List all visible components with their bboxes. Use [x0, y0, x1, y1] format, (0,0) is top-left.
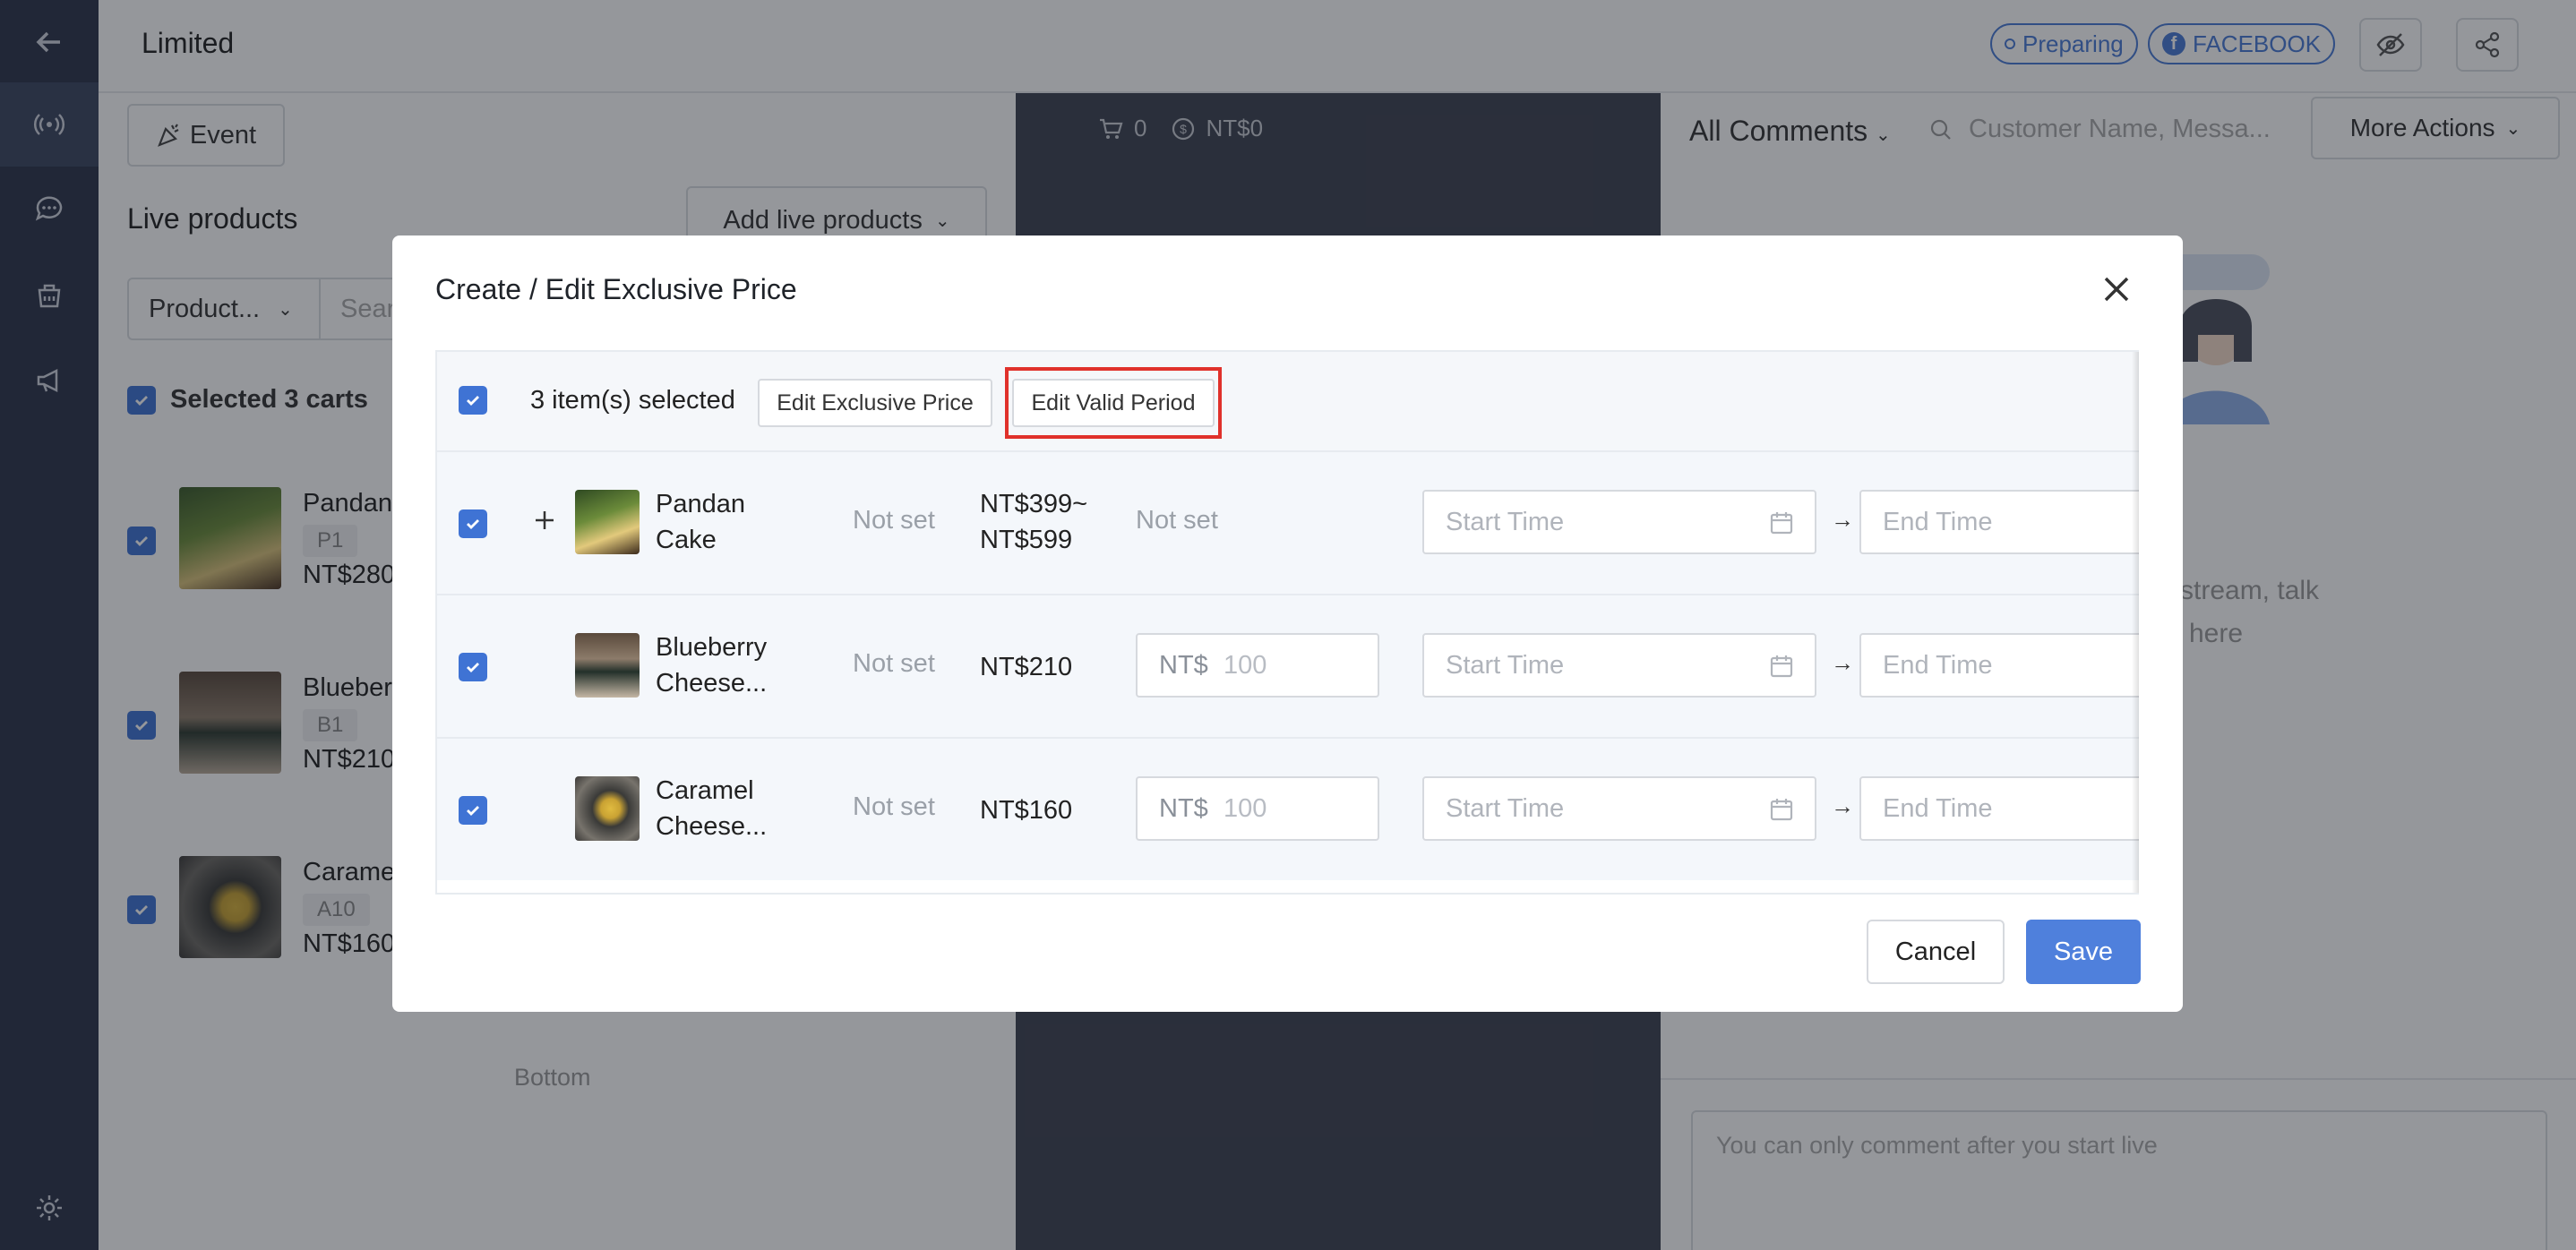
row-checkbox[interactable] [459, 653, 487, 681]
calendar-icon [1770, 655, 1793, 678]
product-name: Caramel Cheese... [656, 773, 790, 844]
start-time-placeholder: Start Time [1446, 507, 1565, 536]
product-thumbnail [575, 490, 640, 554]
product-name-line: Blueberry [656, 633, 768, 662]
table-row: Caramel Cheese... Not set NT$160 NT$ 100… [437, 737, 2139, 880]
selected-count: 3 item(s) selected [530, 386, 735, 415]
cancel-button[interactable]: Cancel [1867, 920, 2005, 984]
exclusive-price-value: 100 [1224, 650, 1267, 680]
check-icon [467, 396, 479, 406]
product-thumbnail [575, 776, 640, 841]
expand-plus-icon[interactable] [532, 508, 557, 533]
edit-exclusive-price-button[interactable]: Edit Exclusive Price [758, 379, 992, 427]
product-name-line: Caramel [656, 776, 754, 805]
product-name: Blueberry Cheese... [656, 629, 790, 701]
product-thumbnail [575, 633, 640, 698]
original-price: NT$399~ NT$599 [980, 486, 1087, 558]
price-line: NT$399~ [980, 490, 1088, 518]
original-price: NT$160 [980, 796, 1073, 825]
price-cell: Not set [853, 506, 935, 535]
start-time-placeholder: Start Time [1446, 793, 1565, 823]
product-name-line: Cheese... [656, 812, 768, 841]
start-time-placeholder: Start Time [1446, 650, 1565, 680]
end-time-input[interactable]: End Time [1859, 633, 2139, 698]
end-time-input[interactable]: End Time [1859, 490, 2139, 554]
table-row: Blueberry Cheese... Not set NT$210 NT$ 1… [437, 594, 2139, 737]
row-checkbox[interactable] [459, 509, 487, 538]
product-name-line: Cheese... [656, 669, 768, 698]
start-time-input[interactable]: Start Time [1422, 633, 1816, 698]
row-checkbox[interactable] [459, 796, 487, 825]
price-table: 3 item(s) selected Edit Exclusive Price … [435, 350, 2139, 895]
product-name-line: Cake [656, 526, 717, 554]
range-arrow-icon: → [1831, 792, 1854, 819]
check-icon [467, 663, 479, 672]
start-time-input[interactable]: Start Time [1422, 490, 1816, 554]
calendar-icon [1770, 512, 1793, 535]
scroll-shadow [2132, 352, 2139, 893]
check-icon [467, 806, 479, 816]
price-cell: Not set [853, 649, 935, 678]
save-button[interactable]: Save [2026, 920, 2141, 984]
check-icon [467, 519, 479, 529]
highlight-box [1005, 367, 1222, 439]
select-all-checkbox[interactable] [459, 386, 487, 415]
range-arrow-icon: → [1831, 506, 1854, 533]
product-name: Pandan Cake [656, 486, 790, 558]
exclusive-price-dialog: Create / Edit Exclusive Price 3 item(s) … [392, 235, 2183, 1012]
price-line: NT$599 [980, 526, 1073, 554]
start-time-input[interactable]: Start Time [1422, 776, 1816, 841]
dialog-title: Create / Edit Exclusive Price [435, 273, 797, 305]
currency-prefix: NT$ [1159, 793, 1208, 823]
end-time-input[interactable]: End Time [1859, 776, 2139, 841]
calendar-icon [1770, 799, 1793, 821]
product-name-line: Pandan [656, 490, 745, 518]
exclusive-price-value: 100 [1224, 793, 1267, 823]
close-icon[interactable] [2099, 271, 2134, 307]
exclusive-price-input[interactable]: NT$ 100 [1136, 633, 1379, 698]
table-header: 3 item(s) selected Edit Exclusive Price … [437, 352, 2139, 450]
exclusive-price-cell: Not set [1136, 506, 1218, 535]
exclusive-price-input[interactable]: NT$ 100 [1136, 776, 1379, 841]
currency-prefix: NT$ [1159, 650, 1208, 680]
table-row: Pandan Cake Not set NT$399~ NT$599 Not s… [437, 450, 2139, 594]
range-arrow-icon: → [1831, 649, 1854, 676]
price-cell: Not set [853, 792, 935, 821]
original-price: NT$210 [980, 653, 1073, 681]
